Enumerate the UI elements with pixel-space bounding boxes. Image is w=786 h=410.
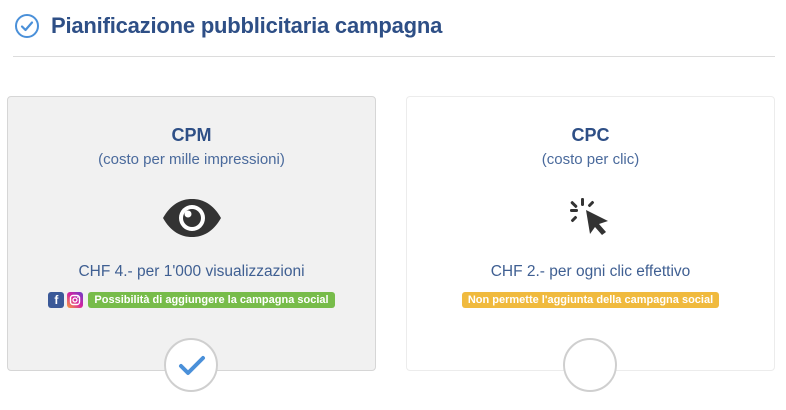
option-title: CPC (571, 125, 610, 145)
facebook-icon: f (48, 292, 65, 308)
option-card-cpm[interactable]: CPM (costo per mille impressioni) CHF 4.… (7, 96, 376, 371)
price-label: CHF 2.- per ogni clic effettivo (490, 263, 691, 280)
badge-row: Non permette l'aggiunta della campagna s… (407, 292, 774, 308)
checkmark-icon (179, 356, 205, 375)
option-card-cpc[interactable]: CPC (costo per clic) CHF 2.- per ogni cl… (406, 96, 775, 371)
instagram-icon (67, 292, 84, 308)
option-subtitle: (costo per clic) (541, 151, 640, 168)
price-label: CHF 4.- per 1'000 visualizzazioni (78, 263, 305, 280)
check-circle-icon (15, 14, 39, 38)
page-title: Pianificazione pubblicitaria campagna (51, 13, 443, 38)
cursor-click-icon (569, 198, 608, 235)
radio-cpm[interactable] (164, 338, 218, 392)
badge-row: f Possibilità di aggiungere la campagna … (8, 292, 375, 308)
social-available-badge: Possibilità di aggiungere la campagna so… (88, 292, 335, 308)
option-subtitle: (costo per mille impressioni) (98, 151, 285, 168)
radio-cpc[interactable] (563, 338, 617, 392)
option-title: CPM (171, 125, 212, 145)
section-header: Pianificazione pubblicitaria campagna (13, 12, 775, 57)
eye-icon (162, 199, 221, 237)
social-unavailable-badge: Non permette l'aggiunta della campagna s… (461, 292, 720, 308)
